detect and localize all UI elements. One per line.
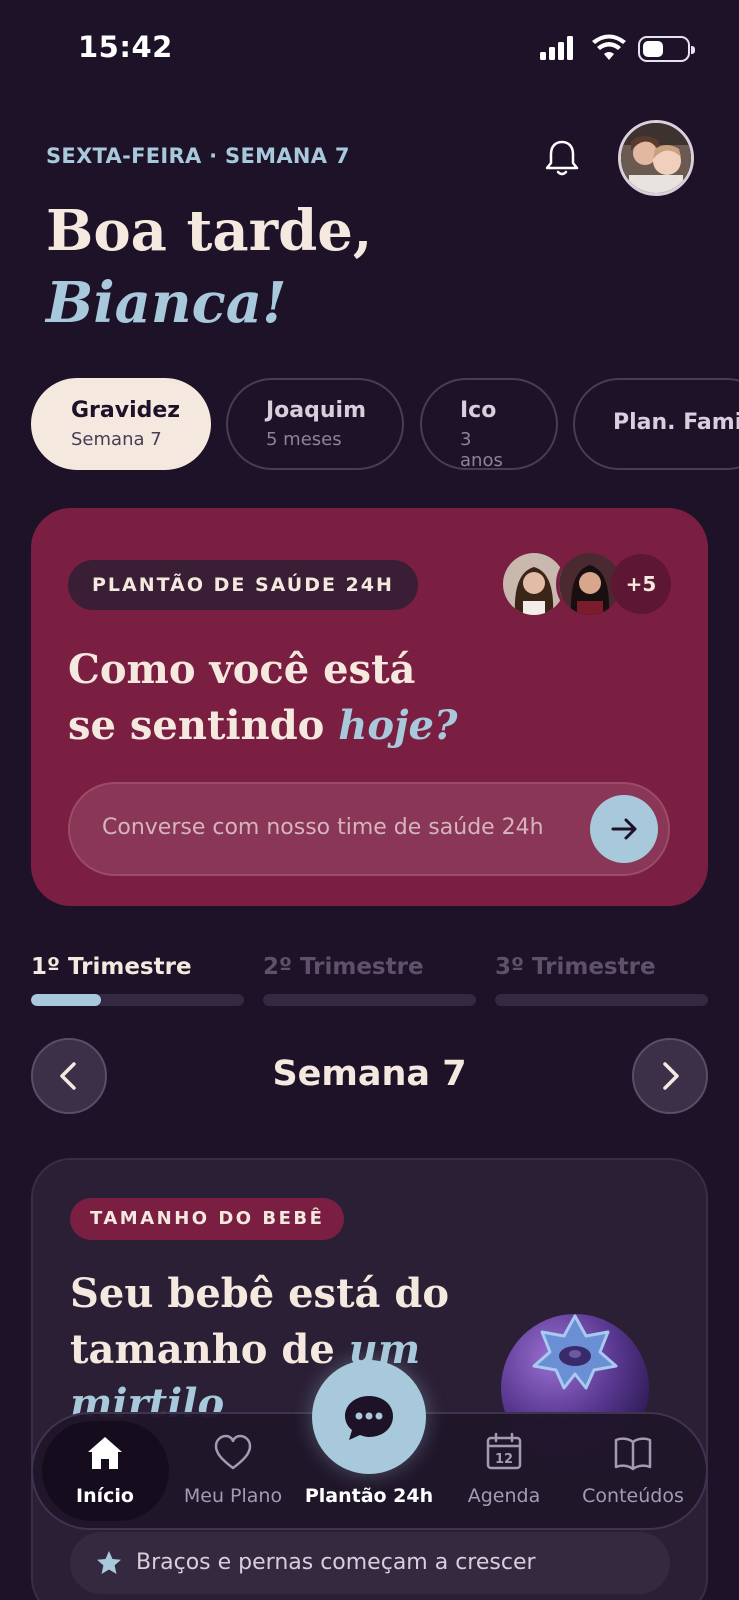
tab-label-plantao[interactable]: Plantão 24h: [299, 1485, 439, 1507]
profile-chip-gravidez[interactable]: Gravidez Semana 7: [31, 378, 211, 470]
star-icon: [97, 1551, 121, 1574]
tab-inicio[interactable]: Início: [35, 1421, 175, 1521]
calendar-icon: 12: [486, 1432, 522, 1470]
status-time: 15:42: [78, 30, 173, 64]
wifi-icon: [592, 34, 626, 60]
home-icon: [88, 1437, 122, 1469]
chat-icon: [345, 1396, 393, 1440]
tab-label: Início: [76, 1485, 134, 1507]
chip-name: Plan. Famili: [613, 410, 739, 435]
tab-agenda[interactable]: 12 Agenda: [434, 1421, 574, 1521]
date-line: SEXTA-FEIRA · SEMANA 7: [46, 144, 350, 168]
tab-label: Agenda: [467, 1485, 541, 1507]
tab-trimester-3[interactable]: 3º Trimestre: [495, 954, 656, 980]
battery-icon: [638, 36, 695, 62]
chip-sub: 5 meses: [266, 429, 342, 450]
chip-sub: Semana 7: [71, 429, 162, 450]
health-question-line2: se sentindo hoje?: [68, 702, 457, 749]
baby-size-text: tamanho de: [70, 1326, 349, 1373]
chip-sub: 3 anos: [460, 429, 503, 471]
chip-name: Gravidez: [71, 398, 181, 423]
question-emphasis: hoje?: [338, 702, 458, 749]
baby-size-line1: Seu bebê está do: [70, 1270, 450, 1317]
profile-chip-plan-familiar[interactable]: Plan. Famili: [573, 378, 739, 470]
cellular-signal-icon: [540, 36, 573, 60]
chip-name: Joaquim: [266, 398, 367, 423]
trimester-progress-1: [31, 994, 244, 1006]
question-text: se sentindo: [68, 702, 339, 749]
profile-chip-joaquim[interactable]: Joaquim 5 meses: [226, 378, 404, 470]
heart-icon: [214, 1434, 252, 1470]
chevron-right-icon: [663, 1062, 679, 1090]
trimester-progress-2: [263, 994, 476, 1006]
tab-trimester-2[interactable]: 2º Trimestre: [263, 954, 424, 980]
tab-conteudos[interactable]: Conteúdos: [563, 1421, 703, 1521]
milestone-text: Braços e pernas começam a crescer: [136, 1550, 536, 1575]
tab-label: Meu Plano: [183, 1485, 283, 1507]
tab-trimester-1[interactable]: 1º Trimestre: [31, 954, 192, 980]
greeting: Boa tarde,: [46, 198, 373, 264]
chip-name: Ico: [460, 398, 497, 423]
health-question-line1: Como você está: [68, 646, 416, 693]
chat-input-placeholder: Converse com nosso time de saúde 24h: [102, 815, 544, 840]
user-avatar[interactable]: [618, 120, 694, 196]
baby-size-badge: TAMANHO DO BEBÊ: [70, 1198, 345, 1240]
week-title: Semana 7: [272, 1054, 467, 1094]
notification-bell-icon[interactable]: [540, 136, 584, 180]
health-chat-input[interactable]: Converse com nosso time de saúde 24h: [68, 782, 670, 876]
team-more-count: +5: [611, 554, 671, 614]
tab-label: Conteúdos: [582, 1485, 684, 1507]
trimester-progress-3: [495, 994, 708, 1006]
health-badge: PLANTÃO DE SAÚDE 24H: [68, 560, 418, 610]
book-icon: [614, 1437, 652, 1471]
user-name: Bianca!: [46, 270, 287, 336]
tab-meu-plano[interactable]: Meu Plano: [163, 1421, 303, 1521]
plantao-chat-button[interactable]: [312, 1360, 426, 1474]
milestone-item: Braços e pernas começam a crescer: [70, 1532, 670, 1594]
calendar-day: 12: [495, 1452, 513, 1467]
arrow-right-icon: [611, 818, 637, 840]
profile-chip-ico[interactable]: Ico 3 anos: [420, 378, 558, 471]
chat-send-button[interactable]: [590, 795, 658, 863]
next-week-button[interactable]: [632, 1038, 708, 1114]
